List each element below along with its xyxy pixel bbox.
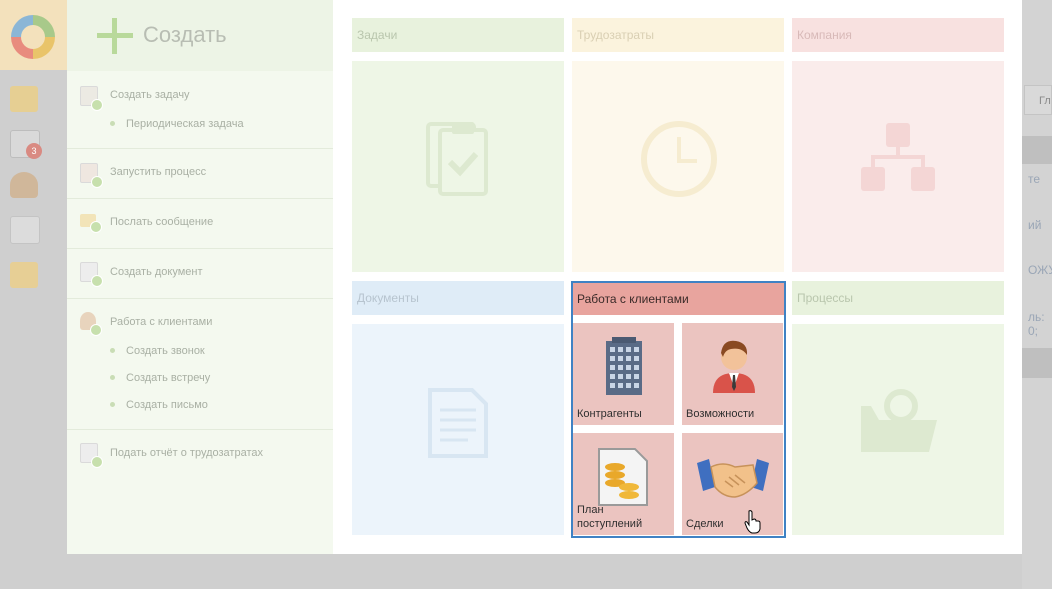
- tile-tasks[interactable]: [352, 61, 564, 272]
- submit-timesheet-link[interactable]: Подать отчёт о трудозатратах: [110, 447, 263, 459]
- tile-tasks-header[interactable]: Задачи: [352, 18, 564, 52]
- building-icon: [606, 337, 642, 395]
- create-menu: Создать Создать задачу Периодическая зад…: [67, 0, 333, 554]
- tile-counterparties[interactable]: Контрагенты: [573, 323, 674, 425]
- document-icon: [428, 388, 488, 458]
- timesheet-icon: [80, 443, 103, 468]
- send-message-link[interactable]: Послать сообщение: [110, 216, 213, 228]
- tasks-badge: 3: [26, 143, 42, 159]
- folder-chart-icon: [861, 389, 937, 452]
- tile-processes[interactable]: [792, 324, 1004, 535]
- income-plan-label: План поступлений: [577, 504, 643, 530]
- create-task-link[interactable]: Создать задачу: [110, 89, 190, 101]
- clock-icon: [641, 121, 717, 197]
- cards-icon[interactable]: [10, 86, 38, 112]
- task-icon: [80, 86, 103, 111]
- counterparties-label: Контрагенты: [577, 408, 642, 420]
- hand-cursor-icon: [744, 510, 761, 534]
- tile-clients-header[interactable]: Работа с клиентами: [573, 283, 784, 315]
- app-logo[interactable]: [0, 0, 67, 70]
- create-header[interactable]: Создать: [67, 0, 333, 71]
- folder-icon[interactable]: [10, 262, 38, 288]
- message-icon: [80, 214, 102, 233]
- create-title: Создать: [143, 22, 227, 47]
- create-meeting-link[interactable]: Создать встречу: [126, 372, 210, 384]
- logo-ring-icon: [11, 15, 55, 59]
- tile-opportunities[interactable]: Возможности: [682, 323, 783, 425]
- tile-labor[interactable]: [572, 61, 784, 272]
- tile-labor-header[interactable]: Трудозатраты: [572, 18, 784, 52]
- client-work-link[interactable]: Работа с клиентами: [110, 316, 212, 328]
- background-button[interactable]: Гл: [1024, 85, 1052, 115]
- tile-deals[interactable]: Сделки: [682, 433, 783, 535]
- create-letter-link[interactable]: Создать письмо: [126, 399, 208, 411]
- tile-income-plan[interactable]: План поступлений: [573, 433, 674, 535]
- tile-documents-header[interactable]: Документы: [352, 281, 564, 315]
- create-call-link[interactable]: Создать звонок: [126, 345, 205, 357]
- opportunities-label: Возможности: [686, 408, 755, 420]
- plus-icon: [97, 18, 133, 54]
- client-icon: [80, 312, 102, 336]
- clipboard-check-icon: [426, 122, 488, 196]
- periodic-task-link[interactable]: Периодическая задача: [126, 118, 244, 130]
- process-icon: [80, 163, 103, 188]
- users-icon[interactable]: [10, 172, 38, 198]
- process-icon[interactable]: [10, 216, 40, 244]
- tile-processes-header[interactable]: Процессы: [792, 281, 1004, 315]
- handshake-icon: [697, 459, 769, 498]
- tile-company-header[interactable]: Компания: [792, 18, 1004, 52]
- org-chart-icon: [861, 123, 935, 191]
- document-icon: [80, 262, 103, 287]
- deals-label: Сделки: [686, 518, 724, 530]
- start-process-link[interactable]: Запустить процесс: [110, 166, 206, 178]
- coins-document-icon: [598, 448, 648, 506]
- tile-company[interactable]: [792, 61, 1004, 272]
- person-icon: [713, 340, 755, 393]
- create-document-link[interactable]: Создать документ: [110, 266, 203, 278]
- tile-documents[interactable]: [352, 324, 564, 535]
